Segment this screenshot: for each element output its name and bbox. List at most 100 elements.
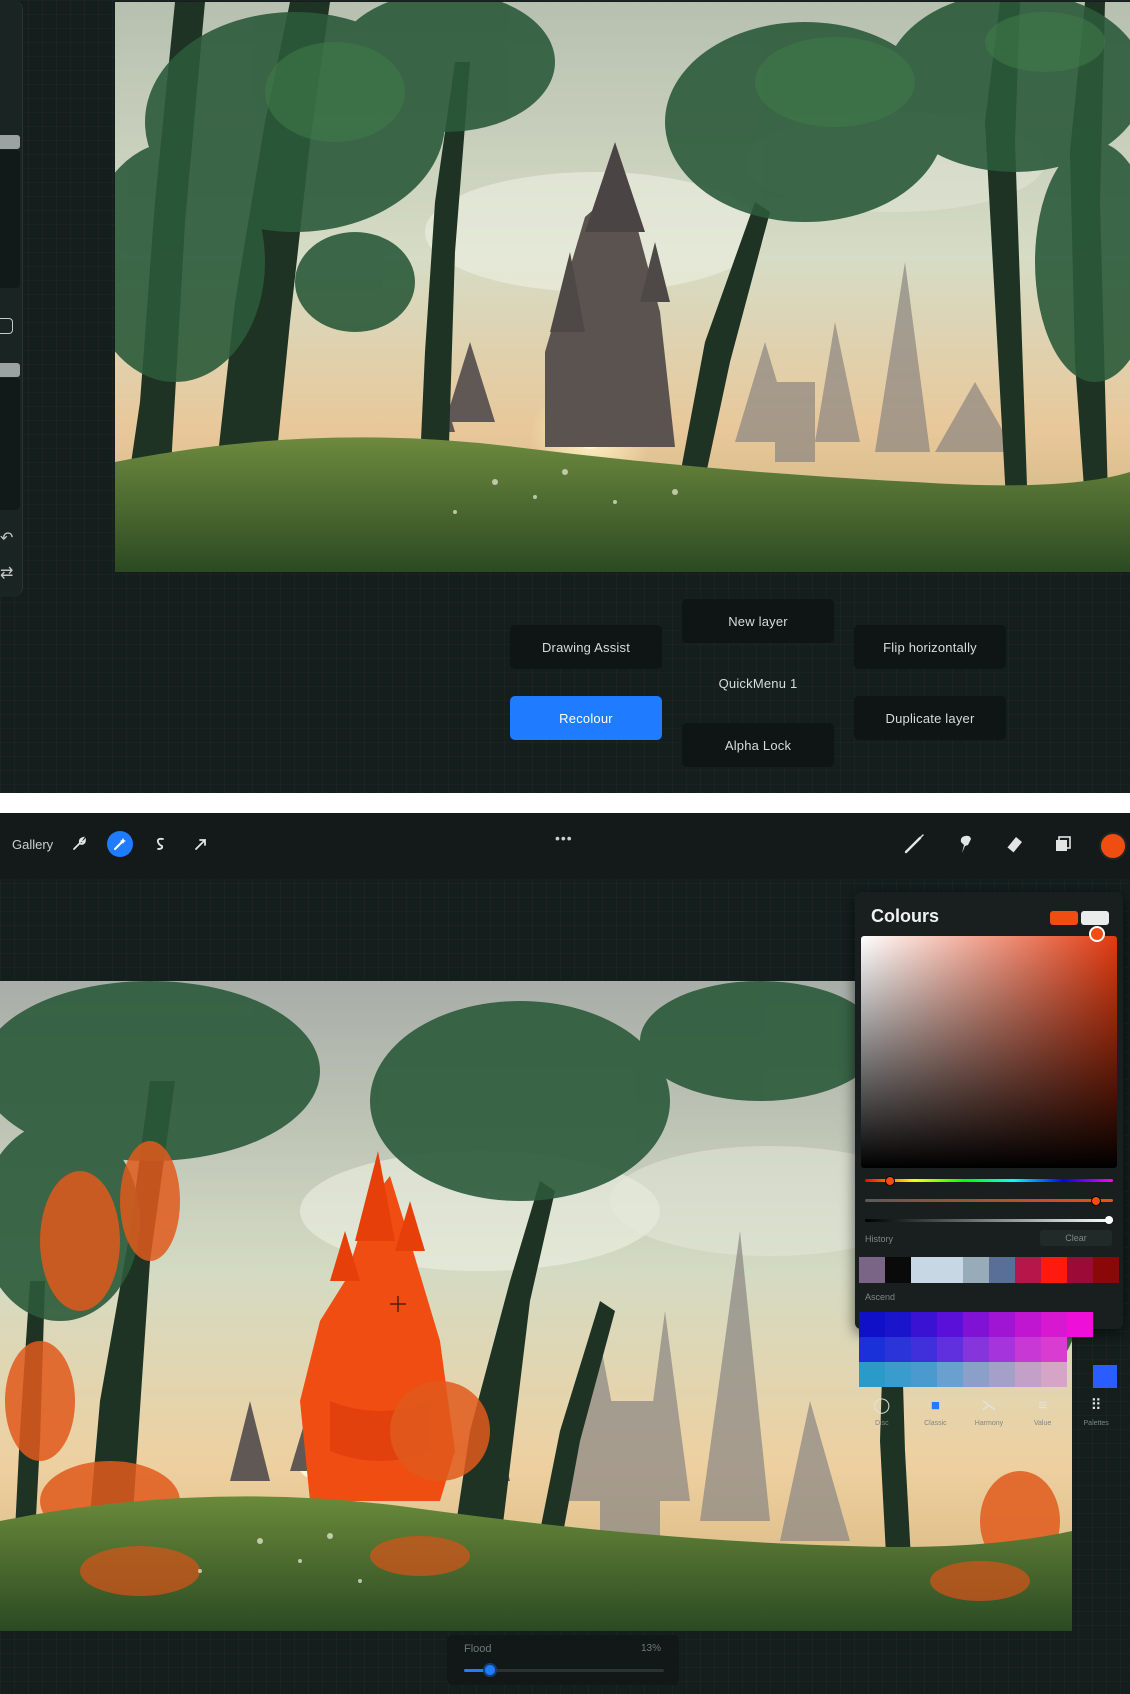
palette-swatch[interactable] (859, 1362, 885, 1387)
palette-swatch[interactable] (1015, 1362, 1041, 1387)
palette-swatch[interactable] (937, 1362, 963, 1387)
brightness-slider[interactable] (865, 1216, 1113, 1224)
colour-mode-tabs: ◯ Disc ■ Classic ⋋ Harmony ≡ Value ⠿ Palettes (855, 1389, 1123, 1439)
palette-swatch[interactable] (963, 1337, 989, 1362)
colour-tab-label: Palettes (1083, 1420, 1109, 1427)
flood-track[interactable] (464, 1663, 664, 1677)
recolour-screen: Gallery ••• Colours History Clear Ascend… (0, 813, 1130, 1694)
magic-wand-icon[interactable] (107, 831, 133, 857)
gallery-button[interactable]: Gallery (12, 837, 53, 852)
palette-swatch[interactable] (859, 1312, 885, 1337)
palette-swatch[interactable] (937, 1337, 963, 1362)
brush-size-slider[interactable] (0, 150, 20, 288)
saturation-slider[interactable] (865, 1196, 1113, 1206)
history-swatch[interactable] (1041, 1257, 1067, 1283)
history-swatch[interactable] (937, 1257, 963, 1283)
history-swatch[interactable] (1093, 1257, 1119, 1283)
clear-history-button[interactable]: Clear (1040, 1230, 1112, 1246)
history-swatch[interactable] (989, 1257, 1015, 1283)
palette-label: Ascend (865, 1292, 896, 1302)
quickmenu-alpha-lock[interactable]: Alpha Lock (682, 723, 834, 767)
colour-tab-value[interactable]: ≡ Value (1016, 1389, 1070, 1439)
quickmenu-drawing-assist[interactable]: Drawing Assist (510, 625, 662, 669)
colours-panel: Colours History Clear Ascend ◯ Disc ■ Class… (855, 892, 1123, 1427)
classic-icon: ■ (930, 1397, 940, 1414)
colour-tab-label: Value (1033, 1420, 1052, 1427)
flood-threshold-slider[interactable]: Flood 13% (447, 1635, 679, 1685)
palette-swatch[interactable] (989, 1312, 1015, 1337)
smudge-icon[interactable] (953, 831, 979, 857)
colour-tab-classic[interactable]: ■ Classic (909, 1389, 963, 1439)
undo-icon[interactable]: ↶ (0, 528, 13, 548)
redo-icon[interactable]: ⇄ (0, 563, 13, 583)
history-swatch[interactable] (1067, 1257, 1093, 1283)
palette-extra-swatch[interactable] (1093, 1365, 1117, 1388)
current-colour-button[interactable] (1099, 832, 1127, 860)
opacity-slider-thumb[interactable] (0, 363, 20, 377)
colour-tab-harmony[interactable]: ⋋ Harmony (962, 1389, 1016, 1439)
quickmenu-screen: ↶ ⇄ Drawing Assist New layer Flip horizo… (0, 0, 1130, 793)
history-swatch[interactable] (963, 1257, 989, 1283)
selection-icon[interactable] (147, 831, 173, 857)
history-swatch[interactable] (859, 1257, 885, 1283)
canvas-artwork[interactable] (115, 2, 1130, 572)
colour-tab-label: Classic (924, 1420, 947, 1427)
palette-swatch[interactable] (1041, 1312, 1067, 1337)
palette-swatch[interactable] (1041, 1337, 1067, 1362)
saturation-knob[interactable] (1091, 1196, 1101, 1206)
palette-swatch[interactable] (1015, 1337, 1041, 1362)
palette-swatch[interactable] (937, 1312, 963, 1337)
quickmenu-title: QuickMenu 1 (718, 675, 798, 691)
palette-swatch[interactable] (989, 1362, 1015, 1387)
eraser-icon[interactable] (1001, 831, 1027, 857)
history-swatch[interactable] (911, 1257, 937, 1283)
hue-slider[interactable] (865, 1176, 1113, 1186)
wrench-icon[interactable] (66, 831, 92, 857)
palette-swatch[interactable] (1067, 1312, 1093, 1337)
colour-tab-disc[interactable]: ◯ Disc (855, 1389, 909, 1439)
palette-swatch[interactable] (885, 1337, 911, 1362)
palette-swatch[interactable] (1041, 1362, 1067, 1387)
saturation-brightness-picker[interactable] (861, 926, 1117, 1168)
colour-tab-palettes[interactable]: ⠿ Palettes (1069, 1389, 1123, 1439)
colour-history (859, 1257, 1119, 1283)
palette-swatch[interactable] (989, 1337, 1015, 1362)
palette-swatch[interactable] (885, 1362, 911, 1387)
palette-swatch[interactable] (859, 1337, 885, 1362)
picker-knob[interactable] (1089, 926, 1105, 942)
palette-swatch[interactable] (963, 1362, 989, 1387)
quickmenu-recolour[interactable]: Recolour (510, 696, 662, 740)
transform-arrow-icon[interactable] (188, 831, 214, 857)
palette-swatch[interactable] (963, 1312, 989, 1337)
more-menu-icon[interactable]: ••• (555, 830, 573, 846)
brush-icon[interactable] (901, 831, 927, 857)
palette-swatch[interactable] (911, 1337, 937, 1362)
palette-swatch[interactable] (911, 1312, 937, 1337)
history-swatch[interactable] (885, 1257, 911, 1283)
primary-colour-swatch[interactable] (1050, 911, 1078, 925)
brush-size-slider-thumb[interactable] (0, 135, 20, 149)
value-icon: ≡ (1038, 1397, 1047, 1414)
secondary-colour-swatch[interactable] (1081, 911, 1109, 925)
modify-button[interactable] (0, 318, 13, 334)
colour-tab-label: Harmony (974, 1420, 1004, 1427)
palette-swatch[interactable] (911, 1362, 937, 1387)
quickmenu-duplicate-layer[interactable]: Duplicate layer (854, 696, 1006, 740)
history-label: History (865, 1234, 894, 1244)
quickmenu-new-layer[interactable]: New layer (682, 599, 834, 643)
palette-swatch[interactable] (885, 1312, 911, 1337)
quickmenu-flip-horizontally[interactable]: Flip horizontally (854, 625, 1006, 669)
palettes-icon: ⠿ (1090, 1397, 1102, 1414)
brightness-knob[interactable] (1105, 1216, 1113, 1224)
palette-grid (859, 1312, 1093, 1387)
opacity-slider[interactable] (0, 378, 20, 510)
history-swatch[interactable] (1015, 1257, 1041, 1283)
flood-knob[interactable] (483, 1663, 497, 1677)
layers-icon[interactable] (1050, 831, 1076, 857)
palette-swatch[interactable] (1015, 1312, 1041, 1337)
palette-empty-slot[interactable] (1067, 1337, 1093, 1362)
hue-knob[interactable] (885, 1176, 895, 1186)
flood-label: Flood (464, 1643, 492, 1655)
palette-empty-slot[interactable] (1067, 1362, 1093, 1387)
harmony-icon: ⋋ (981, 1397, 997, 1414)
